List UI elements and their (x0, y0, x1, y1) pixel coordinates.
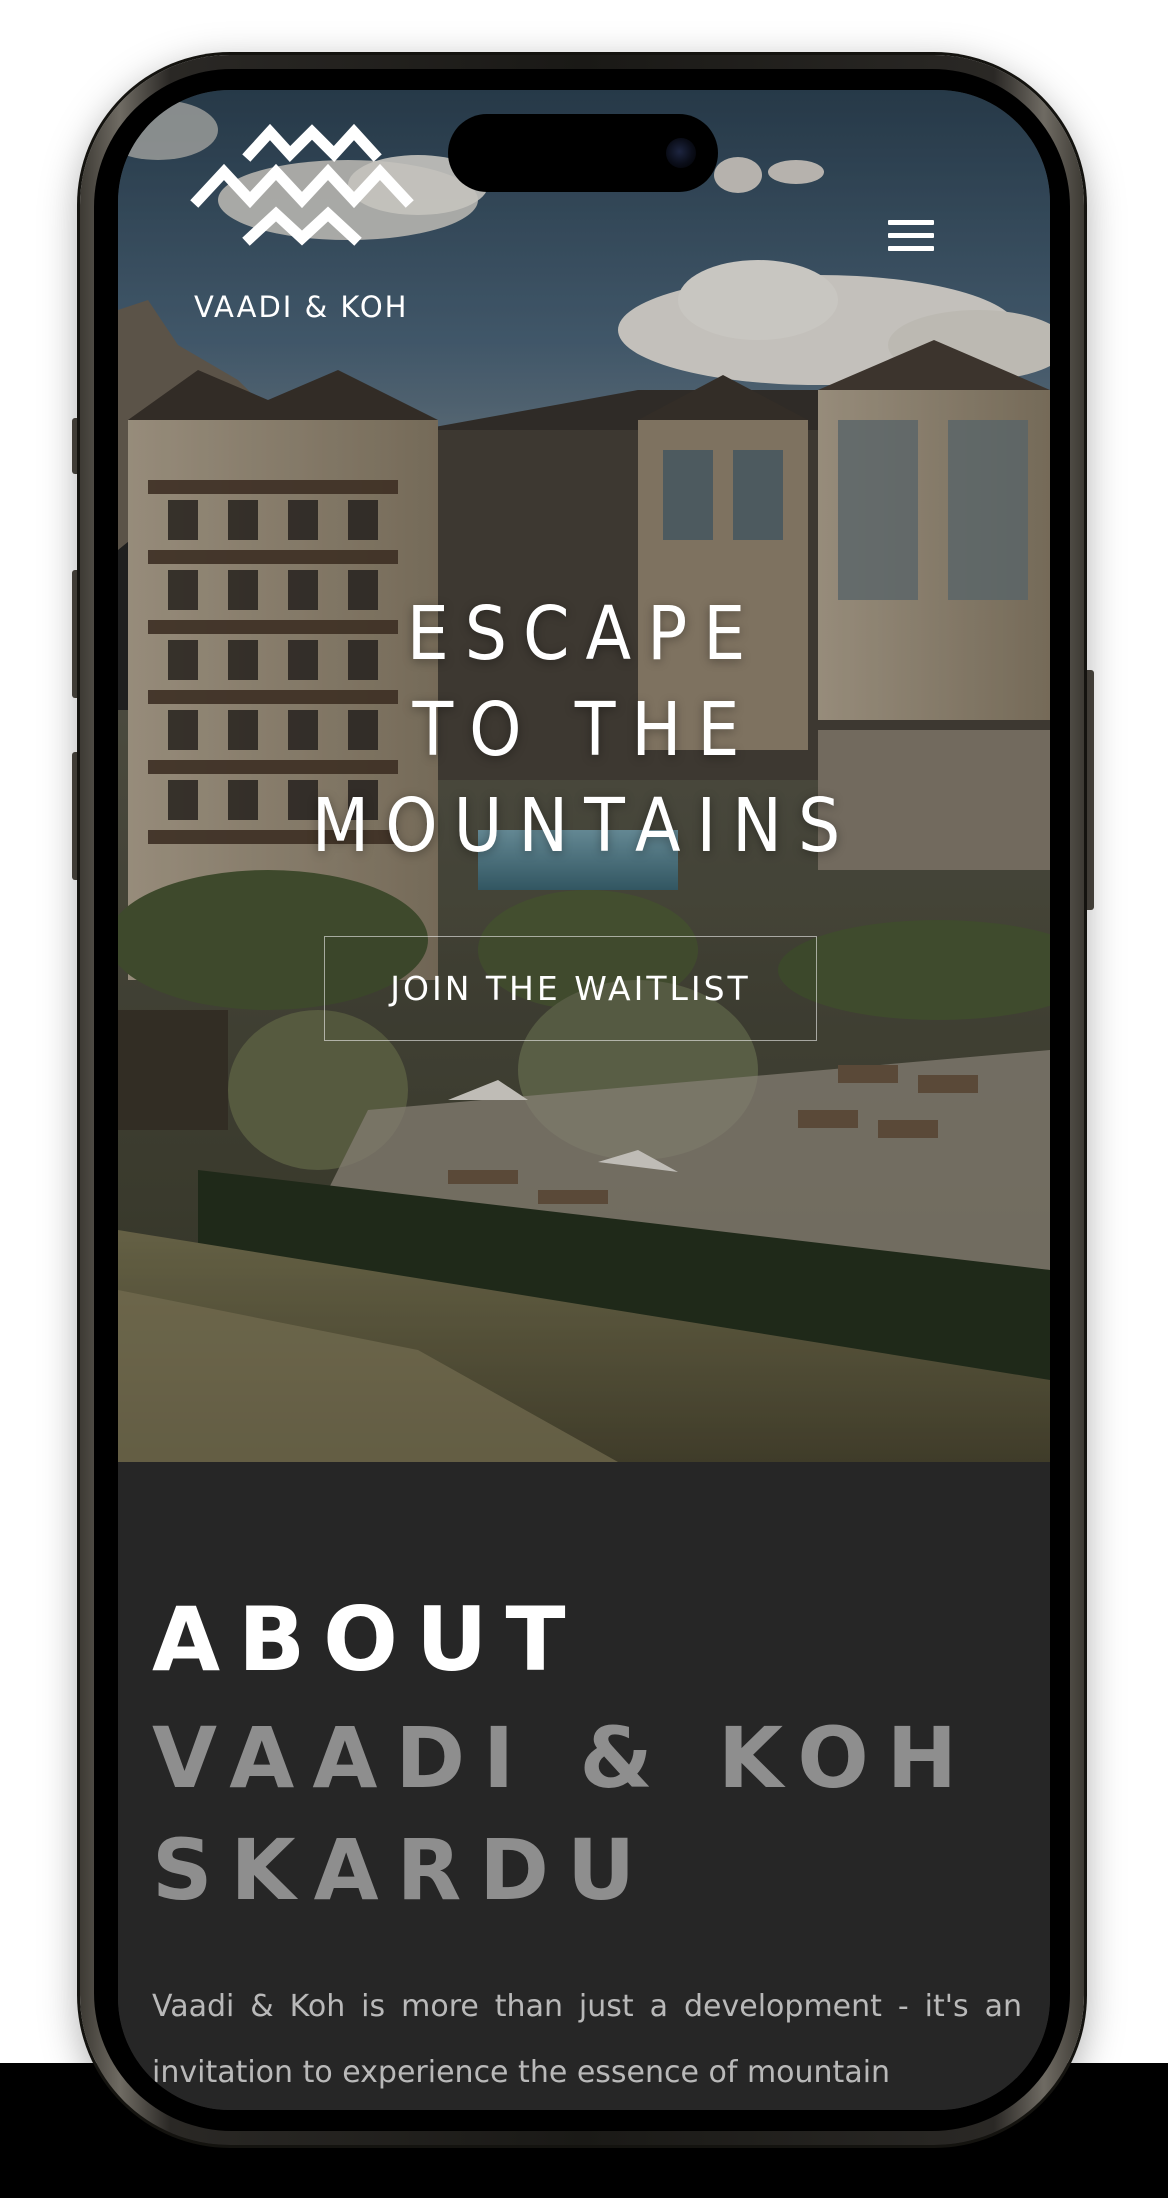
hero-headline-line: TO THE (412, 687, 756, 773)
brand-name: VAADI & KOH (194, 290, 409, 324)
about-title: ABOUT (152, 1588, 584, 1691)
hero-section: VAADI & KOH ESCAPE TO THE MOUNTAINS JOIN… (118, 90, 1050, 1462)
menu-bar (888, 233, 934, 238)
dynamic-island (448, 114, 718, 192)
join-waitlist-button[interactable]: JOIN THE WAITLIST (324, 936, 817, 1041)
front-camera-icon (666, 138, 696, 168)
about-subtitle-line: SKARDU (152, 1821, 654, 1919)
phone-screen: VAADI & KOH ESCAPE TO THE MOUNTAINS JOIN… (118, 90, 1050, 2110)
hero-headline-line: MOUNTAINS (311, 783, 857, 869)
about-description: Vaadi & Koh is more than just a developm… (152, 1989, 1022, 2090)
hero-headline: ESCAPE TO THE MOUNTAINS (118, 586, 1050, 874)
hero-headline-line: ESCAPE (406, 591, 762, 677)
phone-power-button (1084, 670, 1094, 910)
menu-bar (888, 246, 934, 251)
menu-bar (888, 220, 934, 225)
about-subtitle-line: VAADI & KOH (152, 1709, 976, 1807)
mountain-chevrons-logo-icon (190, 123, 414, 246)
about-subtitle: VAADI & KOH SKARDU (152, 1702, 975, 1926)
hamburger-menu-icon[interactable] (888, 220, 938, 260)
brand-logo[interactable]: VAADI & KOH (188, 122, 418, 324)
about-section: ABOUT VAADI & KOH SKARDU Vaadi & Koh is … (118, 1462, 1050, 2110)
